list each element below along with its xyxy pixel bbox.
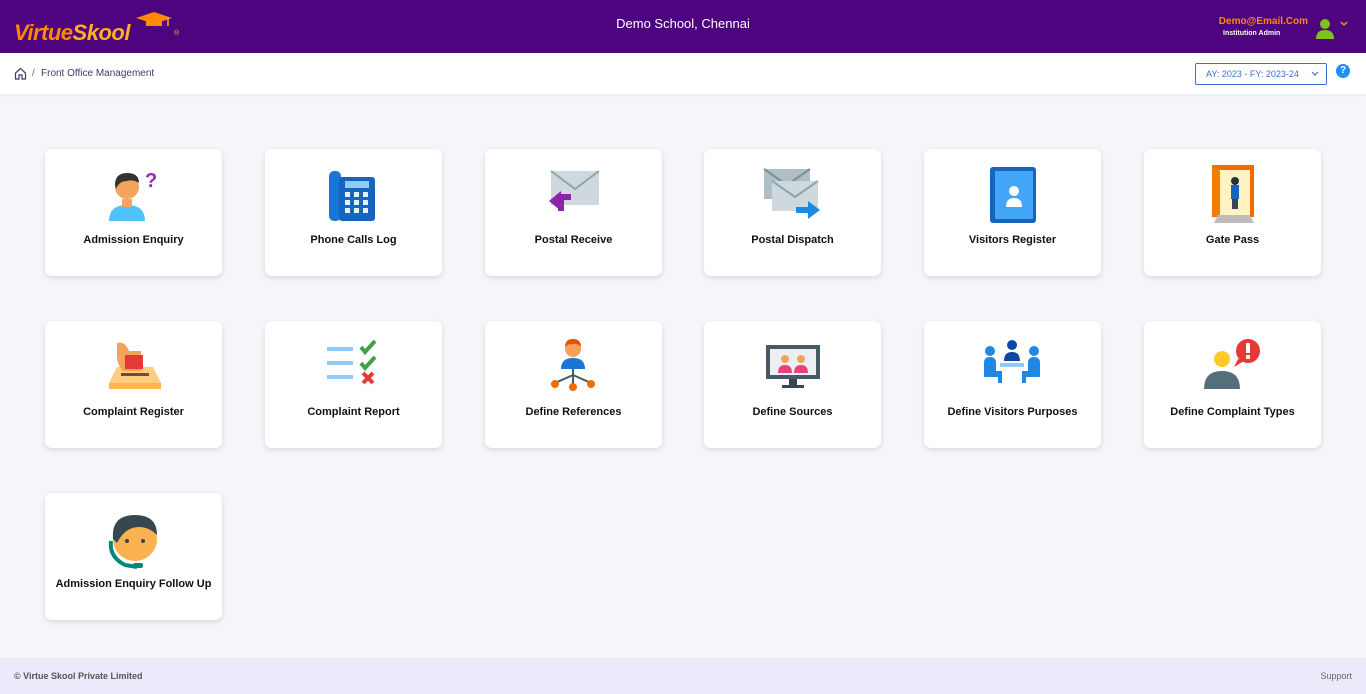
module-card-postal-dispatch[interactable]: Postal Dispatch [704,149,881,276]
logo-registered-mark: ® [174,30,180,37]
support-link[interactable]: Support [1320,671,1352,681]
module-card-define-visitors-purposes[interactable]: Define Visitors Purposes [924,321,1101,448]
module-label: Postal Receive [534,234,613,246]
admission-enquiry-icon: ? [109,170,157,221]
module-label: Complaint Report [307,406,400,418]
user-role: Institution Admin [1223,30,1281,37]
footer: © Virtue Skool Private Limited Support [0,658,1366,694]
module-card-define-sources[interactable]: Define Sources [704,321,881,448]
module-label: Postal Dispatch [751,234,834,246]
svg-text:?: ? [145,170,157,192]
module-label: Define References [525,406,622,418]
breadcrumb-bar: / Front Office Management AY: 2023 - FY:… [0,53,1366,94]
module-card-complaint-register[interactable]: Complaint Register [45,321,222,448]
module-label: Define Sources [752,406,833,418]
module-card-visitors-register[interactable]: Visitors Register [924,149,1101,276]
module-card-gate-pass[interactable]: Gate Pass [1144,149,1321,276]
user-email[interactable]: Demo@Email.Com [1219,16,1308,27]
school-name: Demo School, Chennai [616,16,750,31]
module-label: Gate Pass [1205,234,1260,246]
module-label: Define Complaint Types [1170,406,1295,418]
phone-icon [329,171,375,221]
module-card-admission-enquiry[interactable]: ? Admission Enquiry [45,149,222,276]
user-avatar-icon[interactable] [1314,17,1336,39]
module-card-phone-calls-log[interactable]: Phone Calls Log [265,149,442,276]
breadcrumb-current: Front Office Management [41,68,155,79]
home-icon[interactable] [14,67,27,80]
module-card-define-references[interactable]: Define References [485,321,662,448]
mail-receive-icon [549,170,600,211]
mail-dispatch-icon [763,168,820,219]
academic-year-select[interactable]: AY: 2023 - FY: 2023-24 [1195,63,1327,85]
headset-agent-icon [108,515,157,569]
module-card-define-complaint-types[interactable]: Define Complaint Types [1144,321,1321,448]
meeting-icon [984,340,1040,383]
monitor-users-icon [766,345,820,388]
chevron-down-icon[interactable] [1339,19,1349,29]
module-label: Complaint Register [83,406,184,418]
module-card-postal-receive[interactable]: Postal Receive [485,149,662,276]
module-card-complaint-report[interactable]: Complaint Report [265,321,442,448]
module-label: Admission Enquiry [83,234,184,246]
module-label: Phone Calls Log [310,234,397,246]
chevron-down-icon [1311,71,1319,76]
module-label: Admission Enquiry Follow Up [55,578,212,590]
copyright-text: © Virtue Skool Private Limited [14,671,143,681]
module-label: Define Visitors Purposes [947,406,1078,418]
breadcrumb-separator: / [32,68,35,79]
module-card-admission-enquiry-follow-up[interactable]: Admission Enquiry Follow Up [45,493,222,620]
person-network-icon [551,339,595,391]
user-alert-icon [1204,339,1260,389]
top-bar: VirtueSkool ® Demo School, Chennai Demo@… [0,0,1366,53]
help-button[interactable]: ? [1336,64,1350,78]
ballot-box-icon [109,342,161,389]
module-label: Visitors Register [968,234,1057,246]
contact-book-icon [990,167,1036,223]
door-icon [1212,165,1254,223]
checklist-icon [327,339,377,385]
